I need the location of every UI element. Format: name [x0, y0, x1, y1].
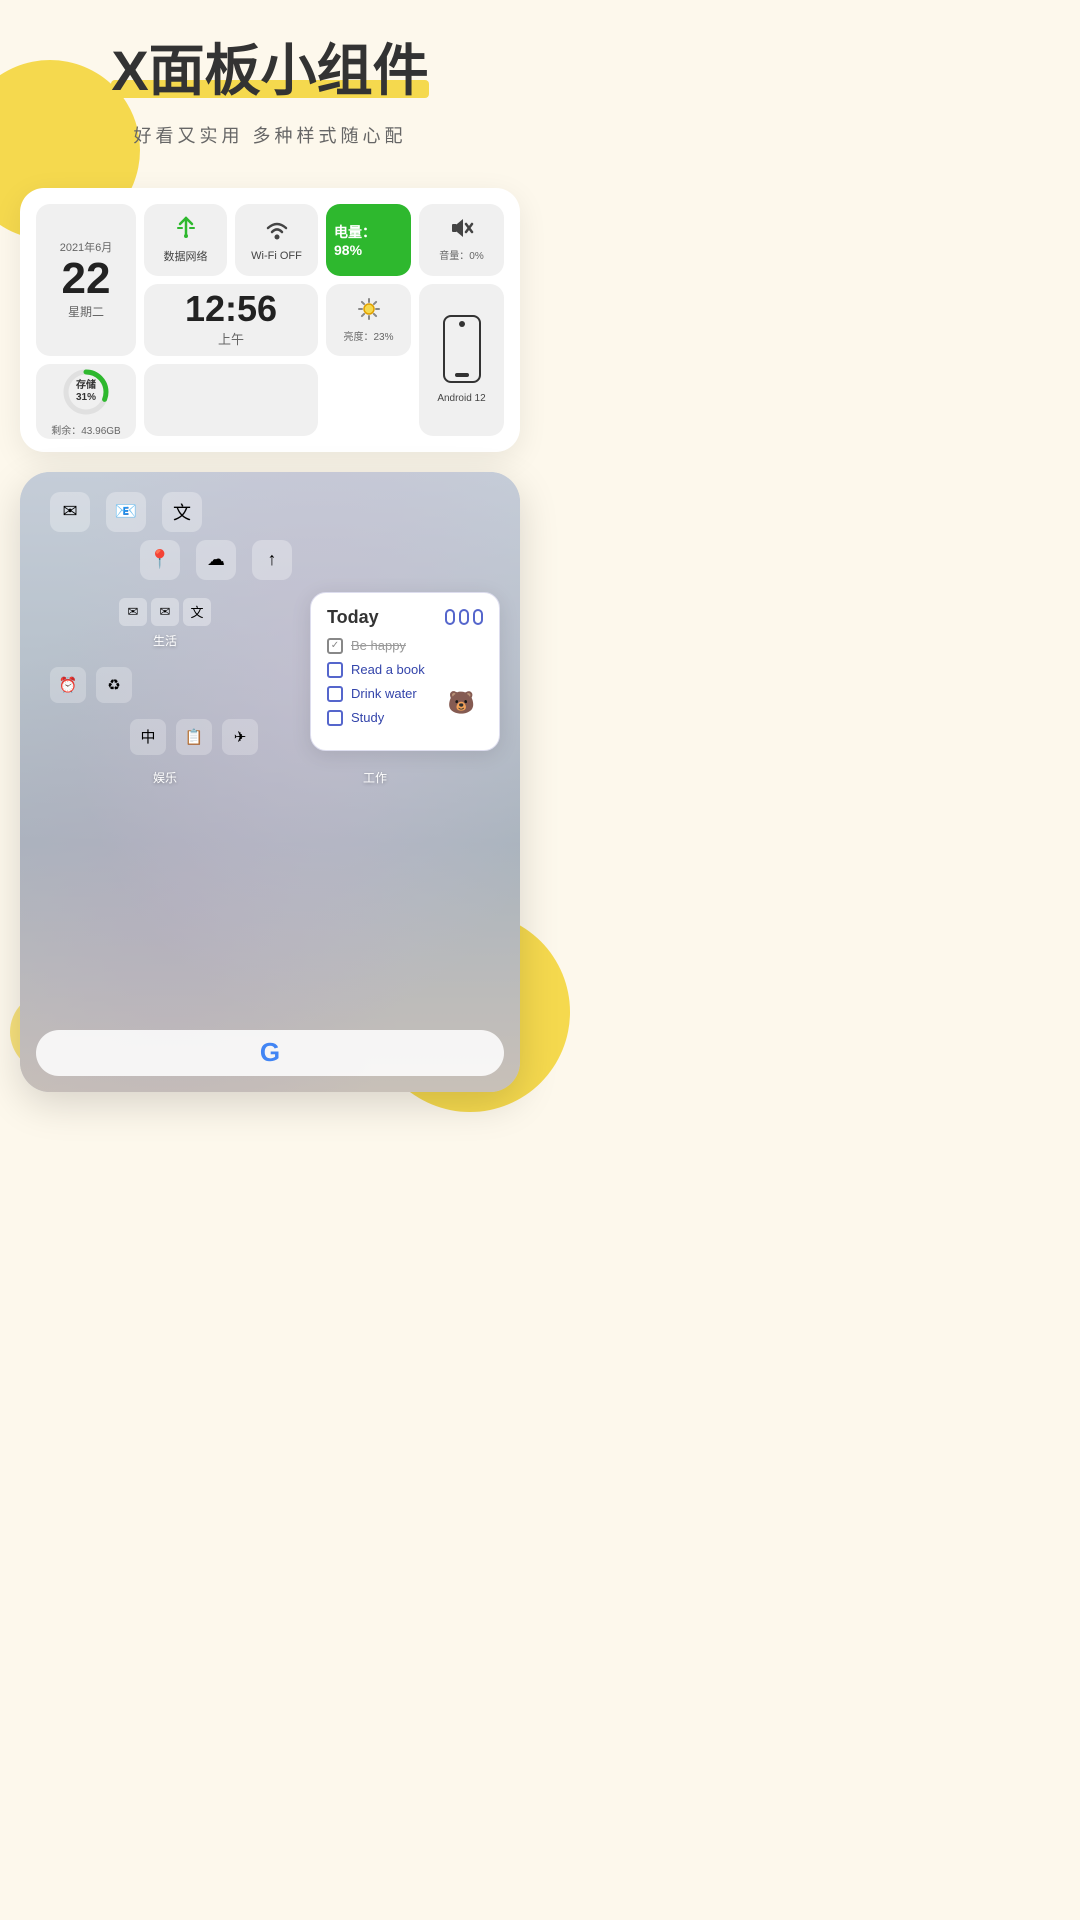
todo-rings [445, 609, 483, 625]
date-year-month: 2021年6月 [60, 239, 113, 255]
app-icon-10[interactable]: 📋 [176, 719, 212, 755]
folder-icon-sm: 文 [183, 598, 211, 626]
network-widget[interactable]: 数据网络 [144, 204, 227, 276]
wifi-widget[interactable]: Wi-Fi OFF [235, 204, 318, 276]
todo-header: Today [327, 607, 483, 628]
sun-icon [357, 297, 381, 326]
app-icon-3[interactable]: 文 [162, 492, 202, 532]
network-label: 数据网络 [164, 248, 208, 264]
folder-work-label: 工作 [363, 769, 387, 786]
todo-checkbox-4[interactable] [327, 710, 343, 726]
todo-text-2: Read a book [351, 662, 425, 677]
todo-checkbox-2[interactable] [327, 662, 343, 678]
app-icon-7[interactable]: ⏰ [50, 667, 86, 703]
signal-icon [174, 216, 198, 244]
folder-icon-sm: ✉ [119, 598, 147, 626]
system-widget-card: 2021年6月 22 星期二 数据网络 [20, 188, 520, 452]
phone-outline-icon [443, 315, 481, 383]
app-icon-9[interactable]: 中 [130, 719, 166, 755]
folder-life[interactable]: ✉ ✉ 文 生活 [119, 598, 211, 649]
app-icon-6[interactable]: ↑ [252, 540, 292, 580]
bear-decoration: 🐻 [448, 690, 475, 716]
volume-label: 音量：0% [439, 247, 483, 262]
time-value: 12:56 [185, 291, 277, 327]
app-icon-11[interactable]: ✈ [222, 719, 258, 755]
todo-checkbox-1[interactable] [327, 638, 343, 654]
brightness-widget[interactable]: 亮度：23% [326, 284, 411, 356]
time-period: 上午 [218, 329, 244, 348]
battery-text: 电量：98% [334, 222, 403, 258]
folder-icon-sm: ✉ [151, 598, 179, 626]
wifi-icon [263, 218, 291, 246]
todo-item-2[interactable]: Read a book [327, 662, 483, 678]
todo-title: Today [327, 607, 379, 628]
storage-widget[interactable]: 存储31% 剩余：43.96GB [36, 364, 136, 439]
todo-item-1[interactable]: Be happy [327, 638, 483, 654]
android-widget[interactable]: Android 12 [419, 284, 504, 436]
brightness-label: 亮度：23% [343, 328, 393, 343]
volume-widget[interactable]: 音量：0% [419, 204, 504, 276]
google-search-bar[interactable]: G [36, 1030, 504, 1076]
storage-remaining: 剩余：43.96GB [51, 422, 120, 437]
app-icon-2[interactable]: 📧 [106, 492, 146, 532]
date-widget[interactable]: 2021年6月 22 星期二 [36, 204, 136, 356]
folder-row-2: 娱乐 工作 [20, 763, 520, 806]
todo-text-1: Be happy [351, 638, 406, 653]
app-icon-8[interactable]: ♻ [96, 667, 132, 703]
mute-icon [450, 217, 474, 245]
folder-life-label: 生活 [153, 632, 177, 649]
folder-entertainment[interactable]: 娱乐 [153, 769, 177, 786]
top-icons-row: ✉ 📧 文 [20, 472, 520, 540]
todo-ring-1 [445, 609, 455, 625]
storage-ring: 存储31% [60, 366, 112, 418]
folder-entertainment-label: 娱乐 [153, 769, 177, 786]
todo-ring-3 [473, 609, 483, 625]
todo-checkbox-3[interactable] [327, 686, 343, 702]
todo-text-3: Drink water [351, 686, 417, 701]
app-icon-1[interactable]: ✉ [50, 492, 90, 532]
todo-ring-2 [459, 609, 469, 625]
time-widget[interactable]: 12:56 上午 [144, 284, 318, 356]
app-icon-5[interactable]: ☁ [196, 540, 236, 580]
todo-item-4[interactable]: Study 🐻 [327, 710, 483, 726]
google-logo: G [260, 1037, 280, 1068]
spacer [142, 667, 178, 703]
page-title: X面板小组件 [111, 40, 428, 102]
phone-mockup: ✉ 📧 文 📍 ☁ ↑ ✉ ✉ 文 生活 [20, 472, 520, 1092]
storage-percent: 存储31% [76, 380, 96, 404]
top-icons-row2: 📍 ☁ ↑ [20, 540, 520, 588]
todo-widget: Today Be happy Read a book [310, 592, 500, 751]
time-row3-widget[interactable] [144, 364, 318, 436]
folder-work[interactable]: 工作 [363, 769, 387, 786]
todo-text-4: Study [351, 710, 384, 725]
app-icon-4[interactable]: 📍 [140, 540, 180, 580]
date-day: 22 [62, 257, 111, 301]
battery-widget[interactable]: 电量：98% [326, 204, 411, 276]
wifi-label: Wi-Fi OFF [251, 250, 302, 262]
subtitle: 好看又实用 多种样式随心配 [134, 122, 407, 148]
date-weekday: 星期二 [68, 303, 104, 320]
android-label: Android 12 [437, 393, 485, 404]
